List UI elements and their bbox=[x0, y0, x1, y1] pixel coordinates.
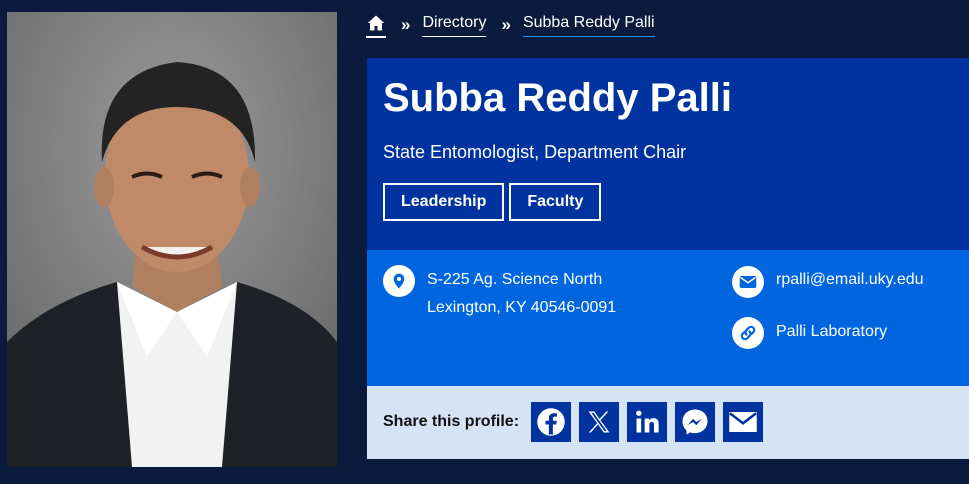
breadcrumb-current[interactable]: Subba Reddy Palli bbox=[522, 14, 655, 37]
share-bar: Share this profile: bbox=[367, 386, 969, 459]
link-icon bbox=[732, 317, 764, 349]
home-icon[interactable] bbox=[366, 13, 386, 38]
tag-leadership[interactable]: Leadership bbox=[383, 183, 505, 221]
contact-info: S-225 Ag. Science North Lexington, KY 40… bbox=[367, 250, 969, 386]
profile-header: Subba Reddy Palli State Entomologist, De… bbox=[367, 58, 969, 250]
tag-faculty[interactable]: Faculty bbox=[509, 183, 602, 221]
breadcrumb-separator: » bbox=[401, 15, 411, 34]
lab-link[interactable]: Palli Laboratory bbox=[776, 318, 887, 346]
location-pin-icon bbox=[383, 265, 415, 297]
breadcrumb-directory-link[interactable]: Directory bbox=[422, 14, 487, 37]
share-label: Share this profile: bbox=[383, 413, 520, 430]
breadcrumb: » Directory » Subba Reddy Palli bbox=[366, 10, 655, 40]
breadcrumb-separator: » bbox=[501, 15, 511, 34]
facebook-icon[interactable] bbox=[531, 402, 571, 442]
profile-tags: Leadership Faculty bbox=[383, 183, 602, 221]
x-icon[interactable] bbox=[579, 402, 619, 442]
linkedin-icon[interactable] bbox=[627, 402, 667, 442]
address-line-2: Lexington, KY 40546-0091 bbox=[427, 299, 617, 316]
profile-name: Subba Reddy Palli bbox=[383, 76, 732, 120]
email-link[interactable]: rpalli@email.uky.edu bbox=[776, 266, 924, 294]
email-share-icon[interactable] bbox=[723, 402, 763, 442]
profile-photo bbox=[7, 12, 337, 467]
email-icon bbox=[732, 266, 764, 298]
profile-title: State Entomologist, Department Chair bbox=[383, 142, 687, 162]
messenger-icon[interactable] bbox=[675, 402, 715, 442]
address-line-1: S-225 Ag. Science North bbox=[427, 271, 603, 288]
